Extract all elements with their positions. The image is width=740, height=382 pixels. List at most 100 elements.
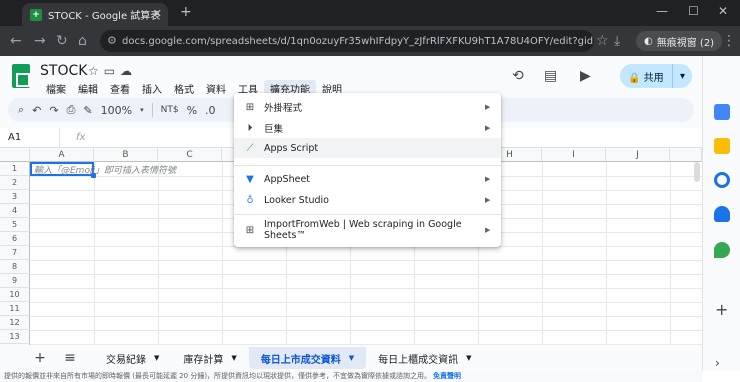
apps-script-icon: ⟋: [246, 142, 254, 154]
column-header[interactable]: J: [606, 148, 670, 162]
close-tab-icon[interactable]: ✕: [153, 7, 162, 20]
get-addons-icon[interactable]: +: [715, 300, 728, 319]
meet-icon[interactable]: ▶: [580, 68, 591, 84]
row-header[interactable]: 8: [0, 260, 30, 274]
menu-item-importfromweb[interactable]: ⊞ ImportFromWeb | Web scraping in Google…: [234, 219, 501, 241]
row-header[interactable]: 7: [0, 246, 30, 260]
name-box[interactable]: A1: [0, 127, 60, 148]
incognito-indicator[interactable]: ◐ 無痕視窗 (2): [636, 31, 723, 51]
chevron-down-icon[interactable]: ▼: [154, 354, 159, 362]
sheet-tab-label: 庫存計算: [183, 354, 224, 366]
menu-item-looker-studio[interactable]: ♁ Looker Studio ▶: [234, 190, 501, 210]
all-sheets-icon[interactable]: ≡: [58, 350, 82, 366]
row-header[interactable]: 1: [0, 162, 30, 176]
share-label: 🔒 共用: [620, 69, 672, 84]
row-header[interactable]: 13: [0, 330, 30, 344]
sheet-tab[interactable]: 交易紀錄 ▼: [94, 347, 171, 369]
browser-tab[interactable]: + STOCK - Google 試算表 ✕: [22, 3, 168, 26]
download-icon[interactable]: ⤓: [614, 33, 620, 49]
site-info-icon[interactable]: ⚙: [107, 34, 117, 47]
menu-file[interactable]: 檔案: [40, 80, 72, 97]
maps-icon[interactable]: [714, 242, 730, 258]
reload-icon[interactable]: ↻: [56, 33, 68, 49]
select-all-corner[interactable]: [0, 148, 30, 162]
add-sheet-button[interactable]: +: [28, 350, 52, 366]
menu-item-addons[interactable]: ⊞ 外掛程式 ▶: [234, 97, 501, 117]
undo-icon[interactable]: ↶: [32, 104, 41, 117]
version-history-icon[interactable]: ⟲: [512, 68, 524, 84]
row-header[interactable]: 11: [0, 302, 30, 316]
decimal-button[interactable]: .0: [205, 104, 216, 117]
comments-icon[interactable]: ▤: [544, 68, 557, 84]
share-dropdown-icon[interactable]: ▾: [672, 64, 692, 88]
chevron-down-icon[interactable]: ▼: [349, 354, 354, 362]
row-header[interactable]: 2: [0, 176, 30, 190]
browser-menu-icon[interactable]: ⋮: [722, 33, 736, 49]
sheet-tab-active[interactable]: 每日上市成交資料 ▼: [248, 347, 367, 369]
close-window-icon[interactable]: ✕: [718, 4, 728, 18]
move-folder-icon[interactable]: ▭: [104, 64, 120, 78]
tasks-icon[interactable]: [714, 172, 730, 188]
row-header[interactable]: 9: [0, 274, 30, 288]
column-header[interactable]: B: [94, 148, 158, 162]
disclaimer-link[interactable]: 免責聲明: [433, 371, 461, 381]
contacts-icon[interactable]: [714, 206, 730, 222]
back-icon[interactable]: ←: [10, 33, 22, 49]
incognito-label: 無痕視窗 (2): [656, 37, 715, 49]
chevron-right-icon: ▶: [485, 196, 491, 204]
keep-icon[interactable]: [714, 138, 730, 154]
chevron-right-icon: ▶: [485, 175, 491, 183]
sheets-logo-icon[interactable]: [12, 64, 30, 88]
chevron-down-icon[interactable]: ▼: [466, 354, 471, 362]
menu-item-macros[interactable]: ⏵ 巨集 ▶: [234, 118, 501, 138]
new-tab-button[interactable]: +: [180, 4, 192, 20]
menu-edit[interactable]: 編輯: [72, 80, 104, 97]
chevron-right-icon: ▶: [485, 103, 491, 111]
row-header[interactable]: 5: [0, 218, 30, 232]
menu-insert[interactable]: 插入: [136, 80, 168, 97]
calendar-icon[interactable]: [714, 104, 730, 120]
title-actions: ☆▭☁: [88, 64, 137, 78]
sheet-tab[interactable]: 庫存計算 ▼: [171, 347, 248, 369]
menu-format[interactable]: 格式: [168, 80, 200, 97]
row-header[interactable]: 6: [0, 232, 30, 246]
row-header[interactable]: 10: [0, 288, 30, 302]
bookmark-star-icon[interactable]: ☆: [596, 33, 609, 49]
address-bar[interactable]: ⚙ docs.google.com/spreadsheets/d/1qn0ozu…: [100, 30, 594, 52]
vertical-scrollbar[interactable]: [694, 162, 700, 182]
cloud-status-icon[interactable]: ☁: [120, 64, 137, 78]
maximize-icon[interactable]: ☐: [688, 4, 699, 18]
forward-icon[interactable]: →: [34, 33, 46, 49]
chevron-down-icon[interactable]: ▼: [231, 354, 236, 362]
menu-divider: [234, 165, 501, 166]
browser-tab-bar: + STOCK - Google 試算表 ✕ + — ☐ ✕: [0, 0, 740, 26]
grid-line: [30, 274, 702, 275]
hide-side-panel-icon[interactable]: ›: [715, 356, 720, 370]
column-header[interactable]: I: [542, 148, 606, 162]
paint-format-icon[interactable]: ✎: [83, 104, 92, 117]
menu-data[interactable]: 資料: [200, 80, 232, 97]
menu-item-apps-script[interactable]: ⟋ Apps Script: [234, 138, 501, 158]
column-header[interactable]: A: [30, 148, 94, 162]
search-menus-icon[interactable]: ⌕: [18, 103, 24, 117]
document-title[interactable]: STOCK: [40, 63, 87, 79]
menu-view[interactable]: 查看: [104, 80, 136, 97]
share-button[interactable]: 🔒 共用 ▾: [620, 64, 692, 88]
home-icon[interactable]: ⌂: [78, 33, 87, 49]
currency-format-button[interactable]: NT$: [161, 105, 179, 115]
row-header[interactable]: 4: [0, 204, 30, 218]
row-header[interactable]: 3: [0, 190, 30, 204]
minimize-icon[interactable]: —: [656, 4, 668, 18]
sheet-tab[interactable]: 每日上櫃成交資訊 ▼: [366, 347, 483, 369]
toolbar-divider: [151, 103, 153, 117]
menu-item-appsheet[interactable]: ▼ AppSheet ▶: [234, 169, 501, 189]
addons-icon: ⊞: [245, 101, 255, 113]
column-header[interactable]: C: [158, 148, 222, 162]
zoom-select[interactable]: 100%: [101, 104, 132, 117]
print-icon[interactable]: ⎙: [67, 103, 76, 117]
star-icon[interactable]: ☆: [88, 64, 104, 78]
redo-icon[interactable]: ↷: [49, 104, 58, 117]
row-header[interactable]: 12: [0, 316, 30, 330]
zoom-dropdown-icon[interactable]: ▾: [140, 106, 144, 114]
percent-format-button[interactable]: %: [187, 104, 197, 117]
